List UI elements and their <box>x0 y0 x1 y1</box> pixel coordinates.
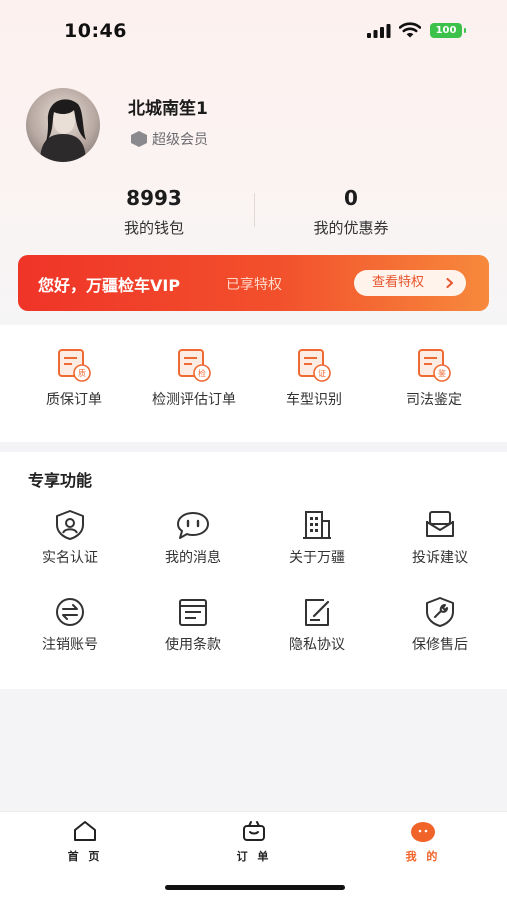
building-icon <box>303 511 331 539</box>
feature-label: 注销账号 <box>42 637 98 653</box>
features-title: 专享功能 <box>28 471 93 490</box>
home-icon <box>74 821 96 841</box>
home-indicator <box>165 885 345 890</box>
message-icon <box>177 512 209 539</box>
vip-subtitle: 已享特权 <box>226 277 282 293</box>
warranty-order-icon: 质 <box>58 349 91 382</box>
wallet-stat[interactable]: 8993 我的钱包 <box>54 186 254 238</box>
tab-label: 我 的 <box>405 850 441 863</box>
feature-label: 投诉建议 <box>412 550 468 566</box>
coupon-value: 0 <box>344 186 358 210</box>
order-badge-text: 检 <box>198 368 206 378</box>
wifi-icon <box>399 22 421 38</box>
orders-section: 质 质保订单 检 检测评估订单 证 车型识别 鉴 司法鉴定 <box>0 325 507 442</box>
order-label: 质保订单 <box>46 392 102 408</box>
avatar-portrait-icon <box>40 99 86 162</box>
vip-greeting: 您好，万疆检车VIP <box>38 276 181 295</box>
order-item-inspection[interactable]: 检 检测评估订单 <box>131 347 257 409</box>
chevron-right-icon <box>446 278 453 288</box>
username: 北城南笙1 <box>128 99 208 119</box>
coupon-stat[interactable]: 0 我的优惠券 <box>251 186 451 238</box>
order-label: 司法鉴定 <box>406 392 462 408</box>
status-time: 10:46 <box>64 20 127 42</box>
battery-icon: 100 <box>430 23 466 38</box>
order-badge-text: 质 <box>78 368 86 378</box>
basket-icon <box>243 821 265 841</box>
swap-icon <box>56 598 84 626</box>
feature-label: 使用条款 <box>165 637 221 653</box>
inspection-order-icon: 检 <box>178 349 211 382</box>
tab-label: 首 页 <box>67 850 103 863</box>
order-label: 检测评估订单 <box>152 392 236 408</box>
tab-profile[interactable]: 我 的 <box>383 820 463 864</box>
signal-icon <box>367 24 391 38</box>
feature-label: 保修售后 <box>412 637 468 653</box>
judicial-icon: 鉴 <box>418 349 451 382</box>
order-badge-text: 鉴 <box>438 368 446 378</box>
feature-label: 关于万疆 <box>289 550 345 566</box>
avatar[interactable] <box>26 88 100 162</box>
order-label: 车型识别 <box>286 392 342 408</box>
wallet-value: 8993 <box>126 186 182 210</box>
member-level: 超级会员 <box>152 132 208 148</box>
document-icon <box>179 599 207 626</box>
features-section: 专享功能 实名认证 我的消息 关于万疆 投诉建议 注销账号 使用条款 隐私协议 … <box>0 452 507 689</box>
feature-label: 实名认证 <box>42 550 98 566</box>
vip-banner[interactable]: 您好，万疆检车VIP 已享特权 查看特权 <box>18 255 489 311</box>
wrench-shield-icon <box>426 597 454 627</box>
feature-item-about[interactable]: 关于万疆 <box>254 509 380 567</box>
order-item-warranty[interactable]: 质 质保订单 <box>11 347 137 409</box>
car-model-icon: 证 <box>298 349 331 382</box>
edit-icon <box>305 599 330 626</box>
feature-label: 我的消息 <box>165 550 221 566</box>
feature-item-id-verify[interactable]: 实名认证 <box>7 509 133 567</box>
order-item-judicial[interactable]: 鉴 司法鉴定 <box>371 347 497 409</box>
view-privilege-label: 查看特权 <box>372 275 425 290</box>
feature-item-privacy[interactable]: 隐私协议 <box>254 596 380 654</box>
feature-item-complaint[interactable]: 投诉建议 <box>377 509 503 567</box>
tab-home[interactable]: 首 页 <box>45 820 125 864</box>
feature-item-terms[interactable]: 使用条款 <box>130 596 256 654</box>
order-item-car-model[interactable]: 证 车型识别 <box>251 347 377 409</box>
mail-icon <box>426 511 454 537</box>
tab-label: 订 单 <box>236 850 272 863</box>
wallet-label: 我的钱包 <box>123 219 184 237</box>
status-bar: 10:46 100 <box>0 0 507 60</box>
feature-item-messages[interactable]: 我的消息 <box>130 509 256 567</box>
feature-label: 隐私协议 <box>289 637 345 653</box>
id-verify-icon <box>56 510 84 540</box>
profile-icon <box>411 822 435 842</box>
tab-orders[interactable]: 订 单 <box>214 820 294 864</box>
order-badge-text: 证 <box>318 369 326 378</box>
coupon-label: 我的优惠券 <box>313 219 389 237</box>
feature-item-deactivate[interactable]: 注销账号 <box>7 596 133 654</box>
view-privilege-button[interactable]: 查看特权 <box>354 270 466 296</box>
feature-item-after-sales[interactable]: 保修售后 <box>377 596 503 654</box>
